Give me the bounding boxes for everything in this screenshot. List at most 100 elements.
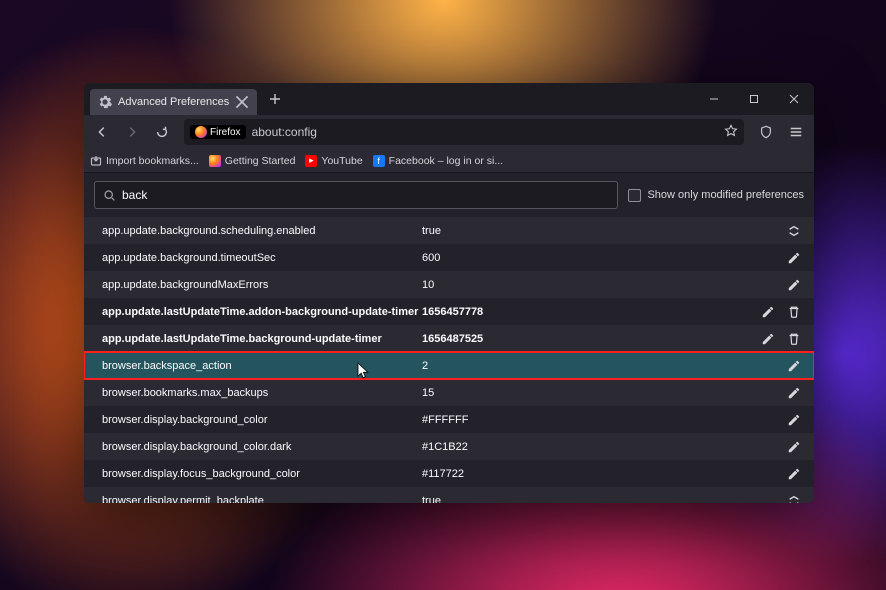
pref-name: browser.display.background_color.dark — [102, 441, 422, 453]
pref-row[interactable]: browser.bookmarks.max_backups15 — [84, 379, 814, 406]
youtube-icon: ▸ — [305, 155, 317, 167]
pref-value: #FFFFFF — [422, 414, 786, 426]
back-button[interactable] — [88, 118, 116, 146]
pref-row[interactable]: browser.display.focus_background_color#1… — [84, 460, 814, 487]
reset-button[interactable] — [786, 331, 802, 347]
pref-row[interactable]: app.update.backgroundMaxErrors10 — [84, 271, 814, 298]
identity-pill[interactable]: Firefox — [190, 125, 246, 139]
navbar: Firefox about:config — [84, 115, 814, 149]
pref-value: true — [422, 495, 786, 504]
pref-name: app.update.lastUpdateTime.background-upd… — [102, 333, 422, 345]
pref-list: app.update.background.scheduling.enabled… — [84, 217, 814, 503]
toggle-button[interactable] — [786, 223, 802, 239]
pref-row[interactable]: browser.display.background_color#FFFFFF — [84, 406, 814, 433]
bookmark-import[interactable]: Import bookmarks... — [90, 155, 199, 167]
edit-button[interactable] — [786, 277, 802, 293]
pref-actions — [786, 439, 802, 455]
pref-row[interactable]: browser.display.permit_backplatetrue — [84, 487, 814, 503]
pref-row[interactable]: app.update.background.scheduling.enabled… — [84, 217, 814, 244]
pref-search-input[interactable] — [122, 188, 609, 202]
pref-actions — [786, 385, 802, 401]
bookmark-label: YouTube — [321, 155, 362, 167]
show-only-modified[interactable]: Show only modified preferences — [628, 189, 804, 202]
pref-value: 15 — [422, 387, 786, 399]
bookmark-facebook[interactable]: f Facebook – log in or si... — [373, 155, 503, 167]
window-controls — [694, 83, 814, 115]
pref-row[interactable]: browser.display.background_color.dark#1C… — [84, 433, 814, 460]
close-window-button[interactable] — [774, 83, 814, 115]
pref-value: 1656487525 — [422, 333, 760, 345]
address-bar[interactable]: Firefox about:config — [184, 119, 744, 145]
bookmark-label: Import bookmarks... — [106, 155, 199, 167]
pref-row[interactable]: app.update.background.timeoutSec600 — [84, 244, 814, 271]
pref-name: browser.bookmarks.max_backups — [102, 387, 422, 399]
firefox-window: Advanced Preferences Firefox about:confi… — [84, 83, 814, 503]
url-text: about:config — [252, 125, 718, 139]
minimize-button[interactable] — [694, 83, 734, 115]
pref-row[interactable]: browser.backspace_action2 — [84, 352, 814, 379]
edit-button[interactable] — [786, 439, 802, 455]
edit-button[interactable] — [760, 304, 776, 320]
pref-name: app.update.backgroundMaxErrors — [102, 279, 422, 291]
pref-actions — [786, 358, 802, 374]
pref-row[interactable]: app.update.lastUpdateTime.background-upd… — [84, 325, 814, 352]
pref-actions — [786, 412, 802, 428]
import-icon — [90, 155, 102, 167]
bookmark-youtube[interactable]: ▸ YouTube — [305, 155, 362, 167]
pref-actions — [760, 331, 802, 347]
maximize-button[interactable] — [734, 83, 774, 115]
edit-button[interactable] — [786, 358, 802, 374]
pref-value: 2 — [422, 360, 786, 372]
pref-actions — [760, 304, 802, 320]
bookmarks-toolbar: Import bookmarks... Getting Started ▸ Yo… — [84, 149, 814, 173]
reset-button[interactable] — [786, 304, 802, 320]
pref-name: browser.display.permit_backplate — [102, 495, 422, 504]
pref-row[interactable]: app.update.lastUpdateTime.addon-backgrou… — [84, 298, 814, 325]
edit-button[interactable] — [760, 331, 776, 347]
search-row: Show only modified preferences — [84, 173, 814, 217]
pref-value: #117722 — [422, 468, 786, 480]
pref-value: 600 — [422, 252, 786, 264]
titlebar: Advanced Preferences — [84, 83, 814, 115]
bookmark-label: Getting Started — [225, 155, 296, 167]
pref-name: browser.display.background_color — [102, 414, 422, 426]
pref-actions — [786, 493, 802, 504]
pref-actions — [786, 223, 802, 239]
show-only-label: Show only modified preferences — [647, 189, 804, 201]
pref-value: #1C1B22 — [422, 441, 786, 453]
identity-label: Firefox — [210, 127, 241, 138]
pref-value: true — [422, 225, 786, 237]
app-menu-button[interactable] — [782, 118, 810, 146]
about-config-content: Show only modified preferences app.updat… — [84, 173, 814, 503]
tab-title: Advanced Preferences — [118, 96, 229, 108]
reload-button[interactable] — [148, 118, 176, 146]
facebook-icon: f — [373, 155, 385, 167]
firefox-icon — [209, 155, 221, 167]
edit-button[interactable] — [786, 385, 802, 401]
pref-value: 1656457778 — [422, 306, 760, 318]
new-tab-button[interactable] — [261, 85, 289, 113]
pref-value: 10 — [422, 279, 786, 291]
pref-name: app.update.background.scheduling.enabled — [102, 225, 422, 237]
gear-icon — [98, 95, 112, 109]
pref-actions — [786, 250, 802, 266]
shield-button[interactable] — [752, 118, 780, 146]
edit-button[interactable] — [786, 466, 802, 482]
pref-search-box[interactable] — [94, 181, 618, 209]
pref-actions — [786, 277, 802, 293]
show-only-checkbox[interactable] — [628, 189, 641, 202]
bookmark-label: Facebook – log in or si... — [389, 155, 503, 167]
bookmark-star-button[interactable] — [724, 124, 738, 141]
search-icon — [103, 189, 116, 202]
edit-button[interactable] — [786, 412, 802, 428]
close-tab-button[interactable] — [235, 95, 249, 109]
toggle-button[interactable] — [786, 493, 802, 504]
pref-name: app.update.lastUpdateTime.addon-backgrou… — [102, 306, 422, 318]
pref-actions — [786, 466, 802, 482]
edit-button[interactable] — [786, 250, 802, 266]
pref-name: app.update.background.timeoutSec — [102, 252, 422, 264]
firefox-icon — [195, 126, 207, 138]
forward-button[interactable] — [118, 118, 146, 146]
bookmark-getting-started[interactable]: Getting Started — [209, 155, 296, 167]
active-tab[interactable]: Advanced Preferences — [90, 89, 257, 115]
